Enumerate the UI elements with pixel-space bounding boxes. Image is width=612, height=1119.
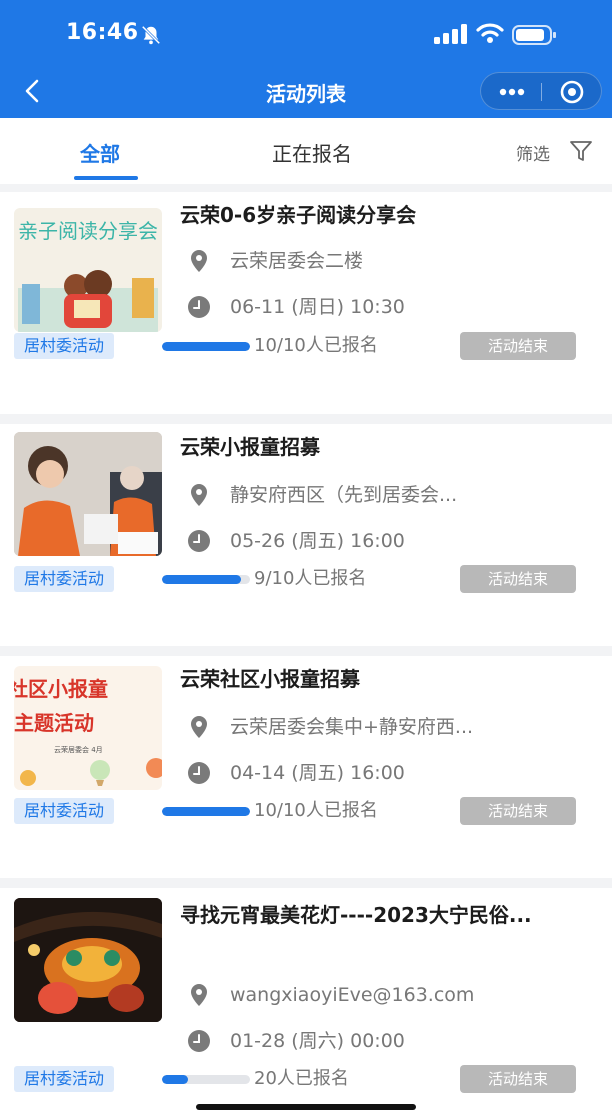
location-pin-icon — [191, 250, 207, 272]
location-text: 云荣居委会二楼 — [230, 250, 364, 272]
poster-illustration: 社区小报童 主题活动 云荣居委会 4月 — [14, 677, 162, 786]
registration-progress-fill — [162, 575, 242, 584]
registration-progress-fill — [162, 807, 250, 816]
activity-status-badge: 活动结束 — [460, 797, 576, 825]
activity-card[interactable]: 社区小报童 主题活动 云荣居委会 4月 云荣社区小报童招募 云荣居委会集中+静安… — [0, 656, 612, 878]
registration-progress-fill — [162, 1075, 189, 1084]
registration-count: 10/10人已报名 — [254, 800, 378, 821]
reading-illustration: 亲子阅读分享会 — [18, 219, 158, 332]
more-icon[interactable] — [481, 73, 541, 111]
registration-count: 9/10人已报名 — [254, 568, 367, 589]
registration-progress-bar — [162, 1075, 250, 1084]
lantern-photo — [14, 898, 162, 1022]
mini-program-capsule — [480, 72, 602, 110]
activity-status-badge: 活动结束 — [460, 565, 576, 593]
tab-all[interactable]: 全部 — [80, 138, 120, 167]
thumb-title: 亲子阅读分享会 — [18, 219, 158, 243]
activity-thumbnail: 社区小报童 主题活动 云荣居委会 4月 — [14, 666, 162, 790]
nav-bar: 活动列表 — [0, 70, 612, 118]
volunteer-photo — [14, 432, 162, 556]
location-pin-icon — [191, 484, 207, 506]
battery-icon — [512, 25, 556, 45]
activity-card[interactable]: 寻找元宵最美花灯----2023大宁民俗... wangxiaoyiEve@16… — [0, 888, 612, 1119]
filter-button[interactable]: 筛选 — [516, 140, 550, 165]
datetime-text: 05-26 (周五) 16:00 — [230, 530, 405, 552]
bell-mute-icon — [141, 25, 161, 45]
registration-progress-bar — [162, 342, 250, 351]
activity-title: 云荣小报童招募 — [180, 435, 320, 459]
top-bar: 16:46 活动列表 — [0, 0, 612, 118]
location-pin-icon — [191, 716, 207, 738]
location-text: 静安府西区（先到居委会... — [230, 484, 458, 506]
tab-active-indicator — [74, 176, 138, 180]
registration-progress-bar — [162, 807, 250, 816]
registration-count: 20人已报名 — [254, 1068, 349, 1089]
status-time: 16:46 — [66, 20, 139, 45]
activity-datetime: 04-14 (周五) 16:00 — [186, 760, 596, 788]
activity-datetime: 06-11 (周日) 10:30 — [186, 294, 596, 322]
activity-location: 云荣居委会集中+静安府西... — [186, 714, 596, 742]
clock-icon — [188, 762, 210, 784]
activity-tag: 居村委活动 — [14, 1066, 115, 1092]
activity-tag: 居村委活动 — [14, 798, 115, 824]
activity-thumbnail — [14, 898, 162, 1022]
activity-card[interactable]: 亲子阅读分享会 云荣0-6岁亲子阅读分享会 云荣居委会二楼 06-11 (周日)… — [0, 192, 612, 414]
status-bar: 16:46 — [0, 0, 612, 70]
activity-title: 云荣社区小报童招募 — [180, 667, 360, 691]
registration-progress-bar — [162, 575, 250, 584]
thumb-poster-line1: 社区小报童 — [14, 677, 108, 701]
wifi-icon — [476, 23, 504, 43]
activity-tag: 居村委活动 — [14, 566, 115, 592]
activity-location: 静安府西区（先到居委会... — [186, 482, 596, 510]
home-indicator — [196, 1104, 416, 1110]
clock-icon — [188, 530, 210, 552]
clock-icon — [188, 296, 210, 318]
datetime-text: 04-14 (周五) 16:00 — [230, 762, 405, 784]
location-text: wangxiaoyiEve@163.com — [230, 984, 475, 1006]
filter-icon[interactable] — [568, 138, 594, 164]
datetime-text: 06-11 (周日) 10:30 — [230, 296, 405, 318]
registration-progress-fill — [162, 342, 250, 351]
thumb-poster-caption: 云荣居委会 4月 — [54, 745, 103, 754]
activity-thumbnail — [14, 432, 162, 556]
location-text: 云荣居委会集中+静安府西... — [230, 716, 474, 738]
activity-datetime: 01-28 (周六) 00:00 — [186, 1028, 596, 1056]
activity-datetime: 05-26 (周五) 16:00 — [186, 528, 596, 556]
datetime-text: 01-28 (周六) 00:00 — [230, 1030, 405, 1052]
tab-bar: 全部 正在报名 筛选 — [0, 118, 612, 184]
activity-card[interactable]: 云荣小报童招募 静安府西区（先到居委会... 05-26 (周五) 16:00 … — [0, 424, 612, 646]
location-pin-icon — [191, 984, 207, 1006]
clock-icon — [188, 1030, 210, 1052]
activity-location: 云荣居委会二楼 — [186, 248, 596, 276]
close-target-icon[interactable] — [542, 73, 602, 111]
activity-title: 云荣0-6岁亲子阅读分享会 — [180, 203, 417, 227]
tab-registering[interactable]: 正在报名 — [272, 138, 352, 167]
activity-title: 寻找元宵最美花灯----2023大宁民俗... — [180, 903, 532, 927]
activity-location: wangxiaoyiEve@163.com — [186, 982, 596, 1010]
signal-icon — [434, 24, 467, 44]
registration-count: 10/10人已报名 — [254, 335, 378, 356]
activity-tag: 居村委活动 — [14, 333, 115, 359]
activity-status-badge: 活动结束 — [460, 1065, 576, 1093]
activity-thumbnail: 亲子阅读分享会 — [14, 208, 162, 332]
thumb-poster-line2: 主题活动 — [14, 711, 94, 735]
activity-status-badge: 活动结束 — [460, 332, 576, 360]
